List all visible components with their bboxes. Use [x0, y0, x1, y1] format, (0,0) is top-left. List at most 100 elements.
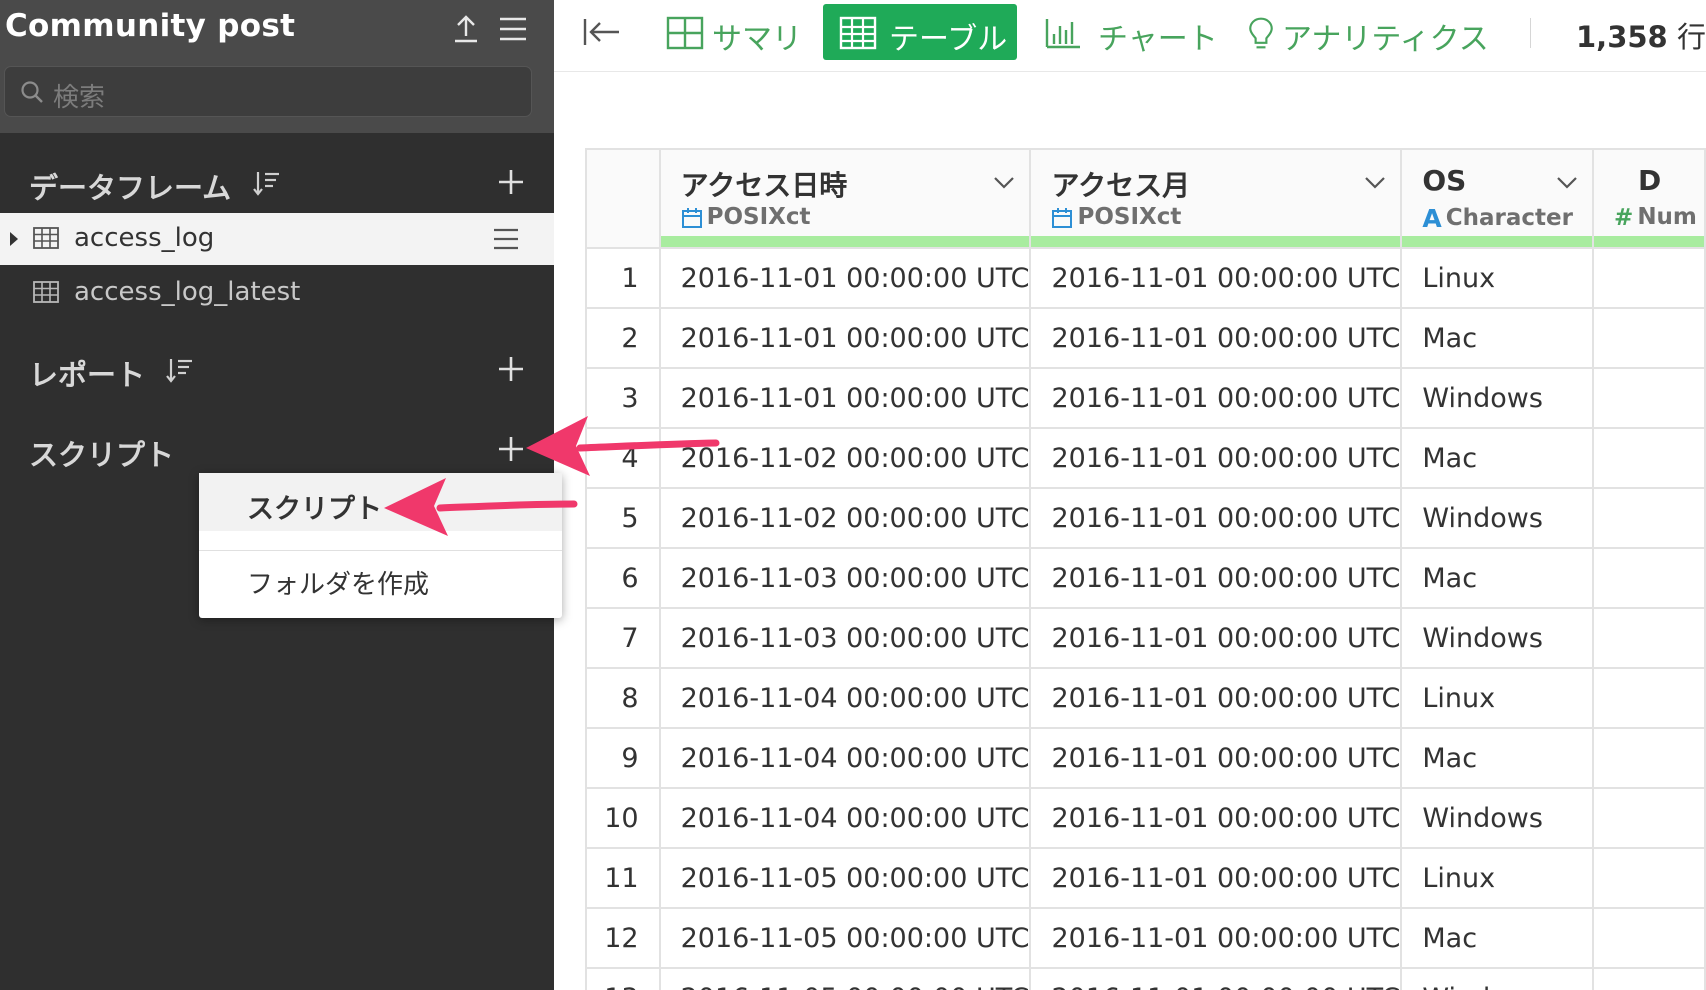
table-cell[interactable]: Mac: [1401, 548, 1595, 609]
table-cell[interactable]: 2016-11-02 00:00:00 UTC: [659, 488, 1032, 549]
table-cell-empty[interactable]: [1593, 488, 1706, 549]
table-cell-empty[interactable]: [1593, 368, 1706, 429]
sort-icon[interactable]: [165, 355, 195, 385]
table-cell-empty[interactable]: [1593, 428, 1706, 489]
chevron-down-icon[interactable]: [1364, 176, 1386, 190]
row-number-cell[interactable]: 5: [587, 488, 661, 549]
table-cell[interactable]: 2016-11-01 00:00:00 UTC: [1030, 368, 1403, 429]
table-cell-empty[interactable]: [1593, 968, 1706, 990]
search-input[interactable]: 検索: [4, 66, 532, 117]
table-cell[interactable]: 2016-11-03 00:00:00 UTC: [659, 608, 1032, 669]
row-number-cell[interactable]: 2: [587, 308, 661, 369]
table-row[interactable]: 5 2016-11-02 00:00:00 UTC 2016-11-01 00:00…: [587, 488, 1706, 549]
table-cell[interactable]: 2016-11-01 00:00:00 UTC: [1030, 248, 1403, 309]
table-cell[interactable]: Mac: [1401, 308, 1595, 369]
table-cell[interactable]: Windows: [1401, 968, 1595, 990]
table-row[interactable]: 4 2016-11-02 00:00:00 UTC 2016-11-01 00:00…: [587, 428, 1706, 489]
row-number-cell[interactable]: 3: [587, 368, 661, 429]
table-cell[interactable]: 2016-11-04 00:00:00 UTC: [659, 788, 1032, 849]
table-cell[interactable]: 2016-11-01 00:00:00 UTC: [1030, 788, 1403, 849]
add-report-plus-icon[interactable]: [496, 354, 526, 384]
menu-item-script[interactable]: スクリプト: [199, 473, 562, 531]
table-cell[interactable]: 2016-11-01 00:00:00 UTC: [659, 368, 1032, 429]
table-cell-empty[interactable]: [1593, 608, 1706, 669]
hamburger-icon[interactable]: [492, 227, 520, 251]
tab-summary[interactable]: サマリ: [660, 4, 802, 60]
column-header[interactable]: OS A Character: [1401, 150, 1595, 249]
table-cell[interactable]: 2016-11-01 00:00:00 UTC: [1030, 728, 1403, 789]
table-cell[interactable]: 2016-11-01 00:00:00 UTC: [659, 308, 1032, 369]
expand-caret-icon[interactable]: [10, 232, 18, 246]
table-cell-empty[interactable]: [1593, 848, 1706, 909]
table-cell[interactable]: Windows: [1401, 608, 1595, 669]
row-number-cell[interactable]: 10: [587, 788, 661, 849]
column-header[interactable]: アクセス月 POSIXct: [1030, 150, 1403, 249]
table-cell-empty[interactable]: [1593, 248, 1706, 309]
row-number-cell[interactable]: 13: [587, 968, 661, 990]
table-row[interactable]: 10 2016-11-04 00:00:00 UTC 2016-11-01 00:0…: [587, 788, 1706, 849]
dataframe-item-access-log-latest[interactable]: access_log_latest: [0, 267, 554, 319]
table-cell[interactable]: Linux: [1401, 668, 1595, 729]
row-number-cell[interactable]: 4: [587, 428, 661, 489]
chevron-down-icon[interactable]: [993, 176, 1015, 190]
table-cell[interactable]: 2016-11-01 00:00:00 UTC: [1030, 428, 1403, 489]
tab-analytics[interactable]: アナリティクス: [1244, 4, 1504, 60]
table-row[interactable]: 6 2016-11-03 00:00:00 UTC 2016-11-01 00:00…: [587, 548, 1706, 609]
upload-icon[interactable]: [452, 14, 480, 44]
add-dataframe-plus-icon[interactable]: [496, 167, 526, 197]
table-cell[interactable]: Mac: [1401, 428, 1595, 489]
dataframe-item-access-log[interactable]: access_log: [0, 213, 554, 265]
row-number-cell[interactable]: 7: [587, 608, 661, 669]
row-number-cell[interactable]: 1: [587, 248, 661, 309]
table-row[interactable]: 3 2016-11-01 00:00:00 UTC 2016-11-01 00:00…: [587, 368, 1706, 429]
table-cell[interactable]: 2016-11-02 00:00:00 UTC: [659, 428, 1032, 489]
table-cell[interactable]: Windows: [1401, 488, 1595, 549]
table-cell[interactable]: 2016-11-01 00:00:00 UTC: [1030, 668, 1403, 729]
table-cell[interactable]: Windows: [1401, 368, 1595, 429]
table-row[interactable]: 1 2016-11-01 00:00:00 UTC 2016-11-01 00:00…: [587, 248, 1706, 309]
table-cell-empty[interactable]: [1593, 728, 1706, 789]
collapse-sidebar-icon[interactable]: [582, 16, 622, 48]
table-cell[interactable]: Mac: [1401, 908, 1595, 969]
row-number-cell[interactable]: 12: [587, 908, 661, 969]
table-row[interactable]: 2 2016-11-01 00:00:00 UTC 2016-11-01 00:00…: [587, 308, 1706, 369]
tab-table[interactable]: テーブル: [823, 4, 1017, 60]
table-cell[interactable]: Mac: [1401, 728, 1595, 789]
table-cell[interactable]: 2016-11-05 00:00:00 UTC: [659, 908, 1032, 969]
table-cell[interactable]: 2016-11-01 00:00:00 UTC: [1030, 848, 1403, 909]
table-cell-empty[interactable]: [1593, 308, 1706, 369]
table-cell[interactable]: 2016-11-01 00:00:00 UTC: [1030, 488, 1403, 549]
table-cell[interactable]: 2016-11-04 00:00:00 UTC: [659, 728, 1032, 789]
table-cell[interactable]: 2016-11-01 00:00:00 UTC: [1030, 548, 1403, 609]
add-script-plus-icon[interactable]: [496, 434, 526, 464]
table-cell[interactable]: 2016-11-05 00:00:00 UTC: [659, 848, 1032, 909]
menu-icon[interactable]: [498, 16, 528, 42]
column-header[interactable]: アクセス日時 POSIXct: [659, 150, 1032, 249]
table-cell[interactable]: 2016-11-01 00:00:00 UTC: [1030, 968, 1403, 990]
table-cell[interactable]: 2016-11-04 00:00:00 UTC: [659, 668, 1032, 729]
table-row[interactable]: 9 2016-11-04 00:00:00 UTC 2016-11-01 00:00…: [587, 728, 1706, 789]
table-cell-empty[interactable]: [1593, 548, 1706, 609]
table-cell[interactable]: 2016-11-01 00:00:00 UTC: [1030, 308, 1403, 369]
table-cell[interactable]: 2016-11-01 00:00:00 UTC: [1030, 908, 1403, 969]
column-header[interactable]: D # Num: [1593, 150, 1706, 249]
table-cell-empty[interactable]: [1593, 908, 1706, 969]
row-number-cell[interactable]: 11: [587, 848, 661, 909]
row-number-cell[interactable]: 9: [587, 728, 661, 789]
tab-chart[interactable]: チャート: [1038, 4, 1218, 60]
row-number-cell[interactable]: 8: [587, 668, 661, 729]
table-row[interactable]: 8 2016-11-04 00:00:00 UTC 2016-11-01 00:00…: [587, 668, 1706, 729]
table-cell-empty[interactable]: [1593, 668, 1706, 729]
table-row[interactable]: 12 2016-11-05 00:00:00 UTC 2016-11-01 00:0…: [587, 908, 1706, 969]
table-cell[interactable]: Linux: [1401, 248, 1595, 309]
table-cell[interactable]: Linux: [1401, 848, 1595, 909]
table-row[interactable]: 7 2016-11-03 00:00:00 UTC 2016-11-01 00:00…: [587, 608, 1706, 669]
table-cell[interactable]: 2016-11-03 00:00:00 UTC: [659, 548, 1032, 609]
table-cell[interactable]: 2016-11-01 00:00:00 UTC: [659, 248, 1032, 309]
chevron-down-icon[interactable]: [1556, 176, 1578, 190]
row-number-cell[interactable]: 6: [587, 548, 661, 609]
sort-icon[interactable]: [252, 168, 282, 198]
table-cell[interactable]: 2016-11-01 00:00:00 UTC: [1030, 608, 1403, 669]
table-row[interactable]: 132016-11-05 00:00:00 UTC2016-11-01 00:0…: [587, 968, 1706, 990]
table-cell[interactable]: Windows: [1401, 788, 1595, 849]
